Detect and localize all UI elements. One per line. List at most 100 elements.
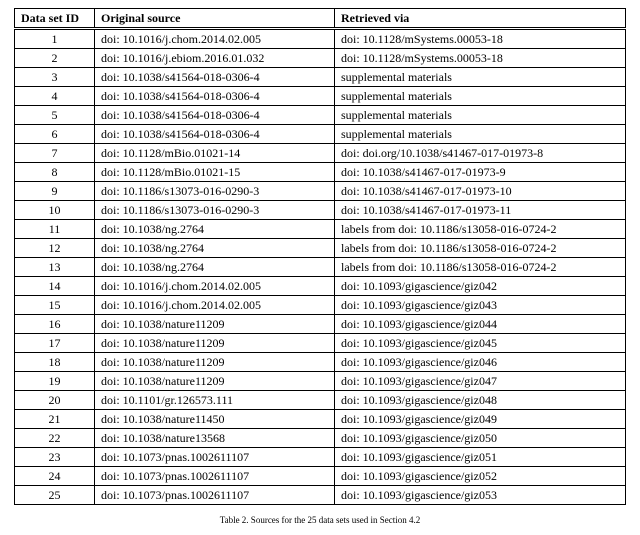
cell-retrieved-via: doi: 10.1093/gigascience/giz052 <box>335 467 626 486</box>
cell-retrieved-via: supplemental materials <box>335 125 626 144</box>
cell-original-source: doi: 10.1186/s13073-016-0290-3 <box>95 201 335 220</box>
cell-id: 20 <box>15 391 95 410</box>
col-header-retrieved: Retrieved via <box>335 9 626 29</box>
cell-original-source: doi: 10.1038/ng.2764 <box>95 220 335 239</box>
table-row: 16doi: 10.1038/nature11209doi: 10.1093/g… <box>15 315 626 334</box>
cell-retrieved-via: doi: 10.1093/gigascience/giz045 <box>335 334 626 353</box>
cell-retrieved-via: supplemental materials <box>335 106 626 125</box>
table-caption: Table 2. Sources for the 25 data sets us… <box>14 515 626 525</box>
table-row: 13doi: 10.1038/ng.2764labels from doi: 1… <box>15 258 626 277</box>
table-row: 5doi: 10.1038/s41564-018-0306-4supplemen… <box>15 106 626 125</box>
cell-original-source: doi: 10.1038/nature11209 <box>95 334 335 353</box>
cell-original-source: doi: 10.1073/pnas.1002611107 <box>95 486 335 505</box>
cell-id: 24 <box>15 467 95 486</box>
cell-retrieved-via: doi: 10.1093/gigascience/giz042 <box>335 277 626 296</box>
cell-id: 16 <box>15 315 95 334</box>
cell-id: 1 <box>15 29 95 49</box>
cell-retrieved-via: labels from doi: 10.1186/s13058-016-0724… <box>335 220 626 239</box>
cell-original-source: doi: 10.1038/nature11209 <box>95 353 335 372</box>
cell-retrieved-via: labels from doi: 10.1186/s13058-016-0724… <box>335 239 626 258</box>
table-row: 3doi: 10.1038/s41564-018-0306-4supplemen… <box>15 68 626 87</box>
cell-original-source: doi: 10.1186/s13073-016-0290-3 <box>95 182 335 201</box>
cell-id: 19 <box>15 372 95 391</box>
cell-retrieved-via: doi: 10.1038/s41467-017-01973-9 <box>335 163 626 182</box>
page: Data set ID Original source Retrieved vi… <box>0 0 640 525</box>
table-row: 25doi: 10.1073/pnas.1002611107doi: 10.10… <box>15 486 626 505</box>
table-row: 24doi: 10.1073/pnas.1002611107doi: 10.10… <box>15 467 626 486</box>
table-header: Data set ID Original source Retrieved vi… <box>15 9 626 29</box>
table-row: 23doi: 10.1073/pnas.1002611107doi: 10.10… <box>15 448 626 467</box>
table-row: 6doi: 10.1038/s41564-018-0306-4supplemen… <box>15 125 626 144</box>
cell-id: 25 <box>15 486 95 505</box>
cell-original-source: doi: 10.1016/j.chom.2014.02.005 <box>95 277 335 296</box>
cell-id: 23 <box>15 448 95 467</box>
table-row: 9doi: 10.1186/s13073-016-0290-3doi: 10.1… <box>15 182 626 201</box>
cell-id: 6 <box>15 125 95 144</box>
cell-retrieved-via: doi: 10.1128/mSystems.00053-18 <box>335 49 626 68</box>
cell-id: 15 <box>15 296 95 315</box>
table-row: 11doi: 10.1038/ng.2764labels from doi: 1… <box>15 220 626 239</box>
table-row: 15doi: 10.1016/j.chom.2014.02.005doi: 10… <box>15 296 626 315</box>
cell-original-source: doi: 10.1038/s41564-018-0306-4 <box>95 68 335 87</box>
cell-id: 21 <box>15 410 95 429</box>
table-row: 7doi: 10.1128/mBio.01021-14doi: doi.org/… <box>15 144 626 163</box>
cell-id: 4 <box>15 87 95 106</box>
cell-original-source: doi: 10.1038/nature11209 <box>95 315 335 334</box>
cell-retrieved-via: doi: 10.1093/gigascience/giz043 <box>335 296 626 315</box>
table-row: 20doi: 10.1101/gr.126573.111doi: 10.1093… <box>15 391 626 410</box>
cell-original-source: doi: 10.1073/pnas.1002611107 <box>95 448 335 467</box>
table-row: 14doi: 10.1016/j.chom.2014.02.005doi: 10… <box>15 277 626 296</box>
cell-retrieved-via: doi: doi.org/10.1038/s41467-017-01973-8 <box>335 144 626 163</box>
table-row: 4doi: 10.1038/s41564-018-0306-4supplemen… <box>15 87 626 106</box>
cell-retrieved-via: doi: 10.1038/s41467-017-01973-10 <box>335 182 626 201</box>
cell-retrieved-via: doi: 10.1038/s41467-017-01973-11 <box>335 201 626 220</box>
dataset-table: Data set ID Original source Retrieved vi… <box>14 8 626 505</box>
cell-retrieved-via: supplemental materials <box>335 68 626 87</box>
table-row: 17doi: 10.1038/nature11209doi: 10.1093/g… <box>15 334 626 353</box>
cell-original-source: doi: 10.1016/j.chom.2014.02.005 <box>95 296 335 315</box>
cell-id: 18 <box>15 353 95 372</box>
table-row: 12doi: 10.1038/ng.2764labels from doi: 1… <box>15 239 626 258</box>
cell-retrieved-via: doi: 10.1128/mSystems.00053-18 <box>335 29 626 49</box>
table-row: 21doi: 10.1038/nature11450doi: 10.1093/g… <box>15 410 626 429</box>
cell-original-source: doi: 10.1038/nature11209 <box>95 372 335 391</box>
cell-id: 2 <box>15 49 95 68</box>
cell-id: 5 <box>15 106 95 125</box>
cell-retrieved-via: doi: 10.1093/gigascience/giz044 <box>335 315 626 334</box>
cell-retrieved-via: supplemental materials <box>335 87 626 106</box>
cell-original-source: doi: 10.1038/ng.2764 <box>95 258 335 277</box>
cell-id: 17 <box>15 334 95 353</box>
cell-retrieved-via: doi: 10.1093/gigascience/giz047 <box>335 372 626 391</box>
table-row: 1doi: 10.1016/j.chom.2014.02.005doi: 10.… <box>15 29 626 49</box>
cell-original-source: doi: 10.1038/s41564-018-0306-4 <box>95 125 335 144</box>
cell-original-source: doi: 10.1128/mBio.01021-15 <box>95 163 335 182</box>
table-row: 22doi: 10.1038/nature13568doi: 10.1093/g… <box>15 429 626 448</box>
table-header-row: Data set ID Original source Retrieved vi… <box>15 9 626 29</box>
cell-original-source: doi: 10.1016/j.ebiom.2016.01.032 <box>95 49 335 68</box>
cell-id: 8 <box>15 163 95 182</box>
cell-original-source: doi: 10.1038/ng.2764 <box>95 239 335 258</box>
table-body: 1doi: 10.1016/j.chom.2014.02.005doi: 10.… <box>15 29 626 505</box>
table-row: 10doi: 10.1186/s13073-016-0290-3doi: 10.… <box>15 201 626 220</box>
cell-original-source: doi: 10.1016/j.chom.2014.02.005 <box>95 29 335 49</box>
cell-id: 14 <box>15 277 95 296</box>
cell-original-source: doi: 10.1101/gr.126573.111 <box>95 391 335 410</box>
cell-retrieved-via: labels from doi: 10.1186/s13058-016-0724… <box>335 258 626 277</box>
cell-id: 10 <box>15 201 95 220</box>
table-row: 2doi: 10.1016/j.ebiom.2016.01.032doi: 10… <box>15 49 626 68</box>
cell-id: 12 <box>15 239 95 258</box>
table-row: 19doi: 10.1038/nature11209doi: 10.1093/g… <box>15 372 626 391</box>
table-row: 18doi: 10.1038/nature11209doi: 10.1093/g… <box>15 353 626 372</box>
cell-id: 11 <box>15 220 95 239</box>
cell-retrieved-via: doi: 10.1093/gigascience/giz051 <box>335 448 626 467</box>
cell-original-source: doi: 10.1038/nature13568 <box>95 429 335 448</box>
cell-retrieved-via: doi: 10.1093/gigascience/giz049 <box>335 410 626 429</box>
cell-id: 13 <box>15 258 95 277</box>
cell-original-source: doi: 10.1038/s41564-018-0306-4 <box>95 106 335 125</box>
col-header-original: Original source <box>95 9 335 29</box>
cell-retrieved-via: doi: 10.1093/gigascience/giz046 <box>335 353 626 372</box>
cell-retrieved-via: doi: 10.1093/gigascience/giz048 <box>335 391 626 410</box>
cell-original-source: doi: 10.1073/pnas.1002611107 <box>95 467 335 486</box>
cell-id: 22 <box>15 429 95 448</box>
cell-original-source: doi: 10.1038/nature11450 <box>95 410 335 429</box>
